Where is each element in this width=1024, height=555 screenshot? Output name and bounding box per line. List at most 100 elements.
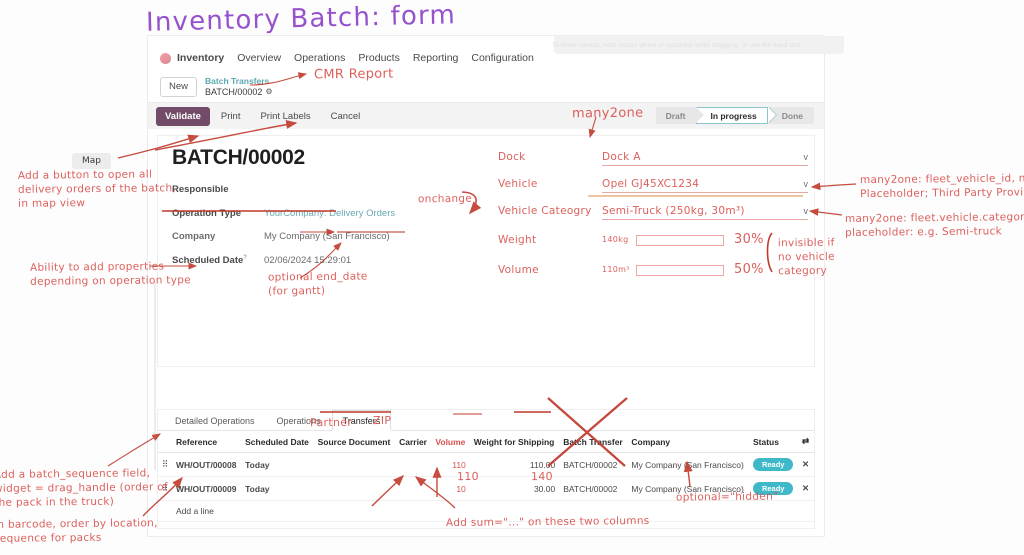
mockup-title: Inventory Batch: form	[145, 0, 457, 38]
notebook-tabs: Detailed Operations Operations Transfers	[158, 410, 814, 431]
annotation-vehicle-note: many2one: fleet_vehicle_id, non requir P…	[859, 172, 1024, 201]
cell-scheduled-date[interactable]: Today	[241, 476, 314, 501]
chevron-down-icon[interactable]: v	[804, 152, 809, 162]
operation-type-value[interactable]: YourCompany: Delivery Orders	[264, 208, 395, 219]
table-row[interactable]: ⠿ WH/OUT/00008 Today 110 110.00 BATCH/00…	[158, 452, 814, 477]
notebook: Detailed Operations Operations Transfers…	[158, 410, 814, 528]
annotation-cmr-report: CMR Report	[313, 66, 394, 83]
print-labels-button[interactable]: Print Labels	[251, 107, 319, 126]
company-label: Company	[172, 231, 216, 242]
inventory-logo-icon	[160, 52, 171, 64]
table-header-row: Reference Scheduled Date Source Document…	[158, 431, 814, 453]
col-reference[interactable]: Reference	[172, 431, 242, 453]
col-scheduled-date[interactable]: Scheduled Date	[241, 431, 314, 453]
volume-label: Volume	[498, 263, 539, 276]
col-weight-for-shipping[interactable]: Weight for Shipping	[469, 431, 560, 453]
annotation-optional-hidden-note: optional="hidden"	[675, 490, 779, 504]
annotation-invisible-note: invisible if no vehicle category	[777, 236, 835, 278]
drag-handle-col	[158, 431, 172, 453]
form-sheet: BATCH/00002 Responsible Operation Type Y…	[158, 136, 814, 366]
breadcrumb-current-label: BATCH/00002	[205, 86, 263, 97]
annotation-barcode-note: In barcode, order by location, sequence …	[0, 517, 158, 546]
status-step-draft[interactable]: Draft	[655, 107, 705, 124]
dock-value: Dock A	[602, 150, 641, 163]
field-scheduled-date: Scheduled Date? 02/06/2024 15:29:01	[172, 255, 492, 266]
map-button-annotation[interactable]: Map	[72, 153, 111, 169]
page-title: BATCH/00002	[172, 146, 305, 169]
field-weight: Weight 140kg 30%	[498, 225, 808, 255]
col-company[interactable]: Company	[627, 431, 749, 453]
weight-label: Weight	[498, 233, 537, 246]
breadcrumb-parent-link[interactable]: Batch Transfers	[205, 76, 273, 87]
cell-batch-transfer[interactable]: BATCH/00002	[559, 452, 628, 477]
annotation-zip: ZIP	[372, 413, 392, 428]
field-company: Company My Company (San Francisco)	[172, 231, 492, 242]
col-volume[interactable]: Volume	[431, 431, 470, 453]
vehicle-category-value: Semi-Truck (250kg, 30m³)	[602, 204, 745, 217]
breadcrumb: Batch Transfers BATCH/00002 ⚙	[205, 76, 273, 98]
menu-item-products[interactable]: Products	[358, 52, 399, 64]
menu-item-operations[interactable]: Operations	[294, 52, 345, 64]
cell-carrier[interactable]	[395, 452, 432, 477]
annotation-vehicle-category-note: many2one: fleet.vehicle.category placeho…	[844, 211, 1024, 240]
field-vehicle-category: Vehicle Cateogry Semi-Truck (250kg, 30m³…	[498, 198, 808, 225]
col-carrier[interactable]: Carrier	[395, 431, 432, 453]
col-status[interactable]: Status	[748, 431, 798, 453]
field-dock: Dock Dock A v	[498, 144, 808, 171]
cell-carrier[interactable]	[395, 476, 432, 501]
cell-company[interactable]: My Company (San Francisco)	[627, 452, 749, 477]
annotation-sum-volume: 110	[456, 469, 479, 484]
annotation-properties-note: Ability to add properties depending on o…	[29, 260, 192, 289]
cell-batch-transfer[interactable]: BATCH/00002	[559, 476, 628, 501]
menu-item-configuration[interactable]: Configuration	[471, 52, 533, 64]
dock-input[interactable]: Dock A v	[602, 149, 808, 166]
weight-progress-bar	[636, 234, 724, 246]
chevron-down-icon[interactable]: v	[804, 206, 809, 216]
new-button[interactable]: New	[160, 77, 198, 97]
col-source-document[interactable]: Source Document	[313, 431, 396, 453]
status-flow: Draft In progress Done	[655, 107, 814, 124]
print-button[interactable]: Print	[212, 107, 250, 126]
company-value: My Company (San Francisco)	[264, 231, 390, 242]
cancel-button[interactable]: Cancel	[322, 107, 370, 126]
field-operation-type: Operation Type YourCompany: Delivery Ord…	[172, 208, 492, 219]
vehicle-category-label: Vehicle Cateogry	[498, 205, 592, 218]
odoo-app-window: To move canvas, hold mouse wheel or spac…	[148, 36, 844, 536]
annotation-end-date-note: optional end_date (for gantt)	[267, 270, 368, 298]
validate-button[interactable]: Validate	[156, 106, 210, 126]
cell-reference[interactable]: WH/OUT/00009	[172, 476, 242, 501]
volume-percent: 50%	[734, 262, 764, 278]
menu-brand-inventory[interactable]: Inventory	[160, 52, 224, 64]
volume-value: 110m³	[602, 264, 630, 274]
cell-reference[interactable]: WH/OUT/00008	[172, 452, 242, 477]
add-a-line-button[interactable]: Add a line	[172, 500, 242, 522]
tab-detailed-operations[interactable]: Detailed Operations	[164, 410, 266, 430]
field-vehicle: Vehicle Opel GJ45XC1234 v	[498, 171, 808, 198]
vehicle-input[interactable]: Opel GJ45XC1234 v	[602, 176, 808, 193]
cell-source-document[interactable]	[313, 476, 396, 501]
operation-type-label: Operation Type	[172, 207, 241, 219]
menu-brand-label: Inventory	[177, 52, 225, 64]
optional-columns-icon[interactable]: ⇄	[798, 431, 814, 453]
scheduled-date-value[interactable]: 02/06/2024 15:29:01	[264, 255, 351, 266]
menu-item-reporting[interactable]: Reporting	[413, 52, 459, 64]
cell-scheduled-date[interactable]: Today	[241, 452, 314, 477]
chevron-down-icon[interactable]: v	[804, 179, 809, 189]
tooltip-icon: ?	[243, 254, 247, 261]
gear-icon[interactable]: ⚙	[265, 87, 272, 97]
weight-value: 140kg	[602, 234, 629, 244]
remove-row-button[interactable]: ✕	[798, 476, 814, 501]
status-step-in-progress[interactable]: In progress	[696, 107, 768, 124]
menu-item-overview[interactable]: Overview	[237, 52, 281, 64]
status-badge: Ready	[752, 458, 794, 471]
annotation-map-note: Add a button to open all delivery orders…	[17, 168, 177, 211]
col-batch-transfer[interactable]: Batch Transfer	[559, 431, 628, 453]
remove-row-button[interactable]: ✕	[798, 452, 814, 477]
responsible-label: Responsible	[172, 184, 229, 195]
cell-status: Ready	[748, 452, 798, 477]
vehicle-category-input[interactable]: Semi-Truck (250kg, 30m³) v	[602, 203, 808, 220]
cell-source-document[interactable]	[313, 452, 396, 477]
transfers-list: Reference Scheduled Date Source Document…	[158, 431, 814, 522]
weight-percent: 30%	[734, 232, 764, 248]
breadcrumb-row: New Batch Transfers BATCH/00002 ⚙	[148, 72, 824, 102]
